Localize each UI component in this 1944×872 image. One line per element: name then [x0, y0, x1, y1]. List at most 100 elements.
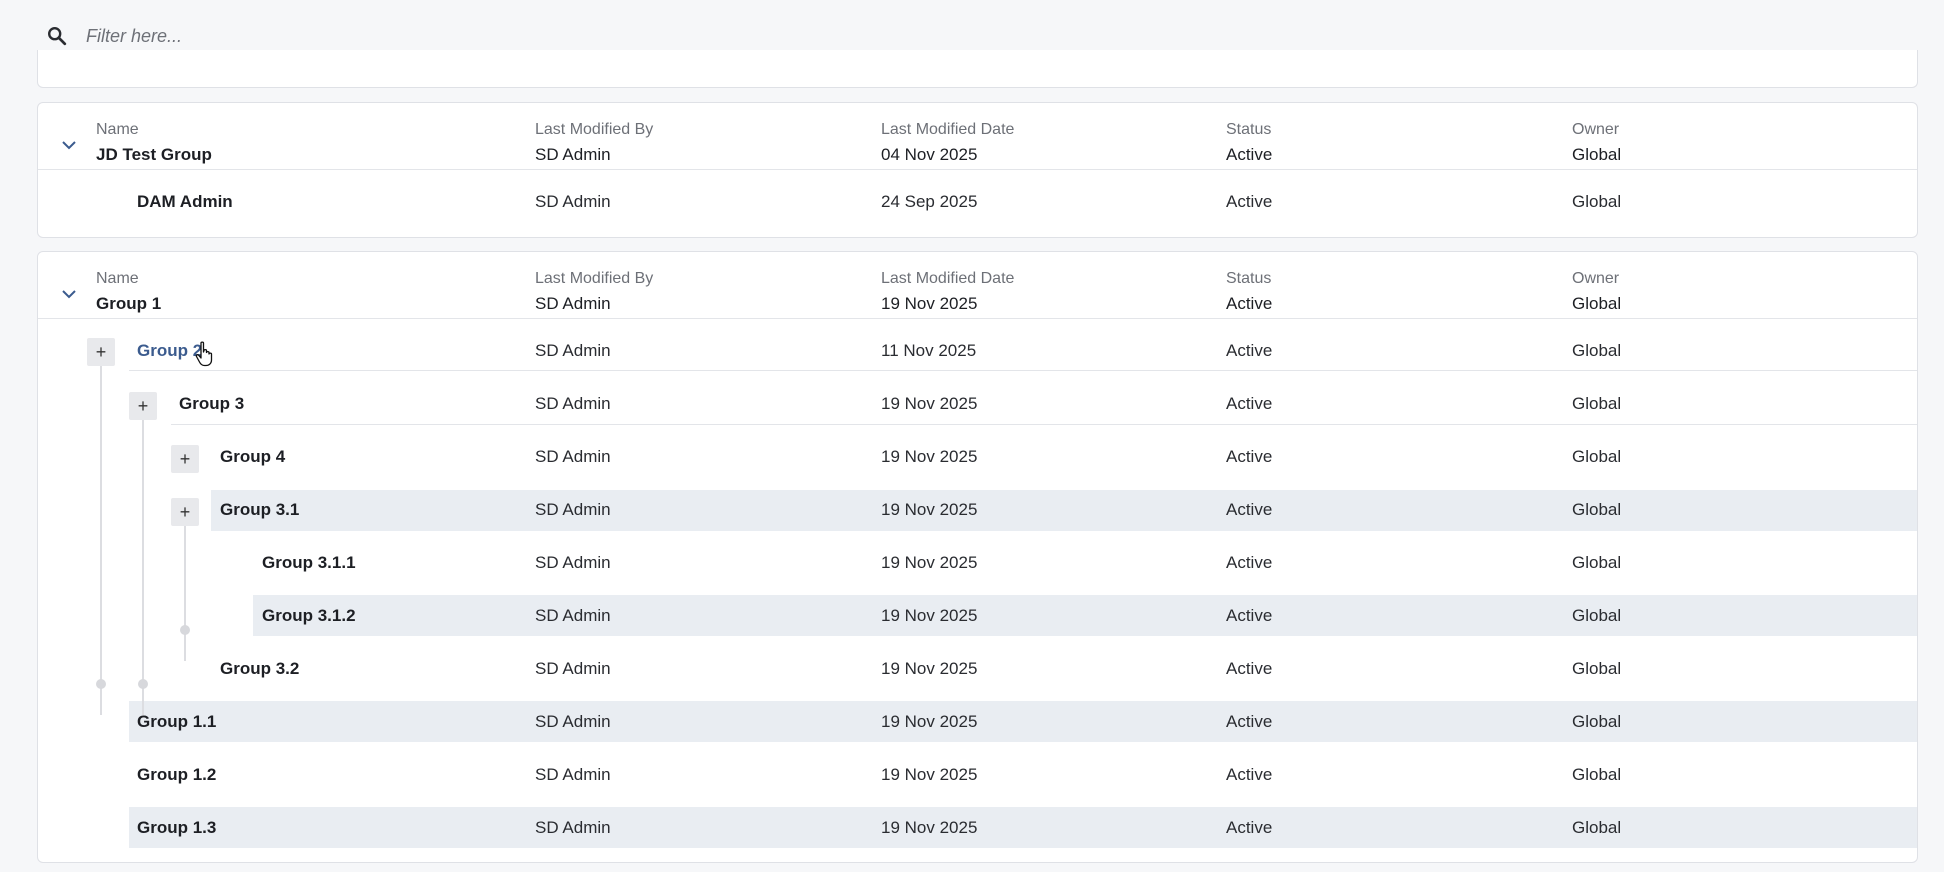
expand-button[interactable]: +: [171, 498, 199, 526]
row-owner: Global: [1572, 553, 1622, 572]
divider: [129, 370, 1917, 371]
row-modified-by: SD Admin: [535, 341, 611, 360]
tree-line: [100, 365, 102, 715]
row-modified-date: 19 Nov 2025: [881, 447, 978, 466]
row-name[interactable]: Group 1.2: [137, 765, 216, 785]
row-status: Active: [1226, 765, 1273, 784]
hand-cursor-icon: [195, 341, 213, 367]
owner-column-label: Owner: [1572, 270, 1620, 287]
row-highlight: [253, 595, 1917, 636]
group-name[interactable]: Group 1: [96, 294, 161, 314]
row-modified-date: 19 Nov 2025: [881, 765, 978, 784]
row-status: Active: [1226, 341, 1273, 360]
group-owner: Global: [1572, 145, 1622, 164]
row-modified-by: SD Admin: [535, 765, 611, 784]
row-modified-date: 24 Sep 2025: [881, 192, 978, 211]
row-modified-date: 11 Nov 2025: [881, 341, 977, 360]
row-owner: Global: [1572, 394, 1622, 413]
row-status: Active: [1226, 447, 1273, 466]
filter-input[interactable]: [84, 20, 1868, 52]
status-column-label: Status: [1226, 121, 1272, 138]
row-modified-date: 19 Nov 2025: [881, 818, 978, 837]
modified-by-column-label: Last Modified By: [535, 121, 654, 138]
row-owner: Global: [1572, 659, 1622, 678]
row-modified-date: 19 Nov 2025: [881, 606, 978, 625]
tree-line: [184, 526, 186, 661]
expand-button[interactable]: +: [87, 338, 115, 366]
search-icon: [48, 27, 67, 46]
tree-line-end: [138, 679, 148, 689]
modified-date-column-label: Last Modified Date: [881, 121, 1015, 138]
tree-line-end: [180, 625, 190, 635]
row-owner: Global: [1572, 500, 1622, 519]
group-modified-by: SD Admin: [535, 145, 611, 164]
expand-button[interactable]: +: [171, 445, 199, 473]
row-modified-by: SD Admin: [535, 553, 611, 572]
row-name[interactable]: Group 4: [220, 447, 285, 467]
row-highlight: [211, 490, 1917, 531]
row-status: Active: [1226, 500, 1273, 519]
row-highlight: [129, 701, 1917, 742]
row-highlight: [129, 807, 1917, 848]
modified-by-column-label: Last Modified By: [535, 270, 654, 287]
group-status: Active: [1226, 145, 1273, 164]
group-card-group-1: Name Group 1 Last Modified By SD Admin L…: [37, 251, 1918, 863]
row-modified-by: SD Admin: [535, 659, 611, 678]
row-status: Active: [1226, 606, 1273, 625]
row-status: Active: [1226, 192, 1273, 211]
group-modified-by: SD Admin: [535, 294, 611, 313]
row-owner: Global: [1572, 712, 1622, 731]
chevron-down-icon[interactable]: [60, 136, 78, 154]
row-name[interactable]: Group 1.3: [137, 818, 216, 838]
row-status: Active: [1226, 553, 1273, 572]
divider: [38, 318, 1917, 319]
row-modified-date: 19 Nov 2025: [881, 659, 978, 678]
group-card-jd-test: Name JD Test Group Last Modified By SD A…: [37, 102, 1918, 238]
row-owner: Global: [1572, 447, 1622, 466]
name-column-label: Name: [96, 270, 139, 287]
row-name[interactable]: Group 3.1: [220, 500, 299, 520]
row-modified-by: SD Admin: [535, 394, 611, 413]
row-modified-date: 19 Nov 2025: [881, 500, 978, 519]
name-column-label: Name: [96, 121, 139, 138]
row-owner: Global: [1572, 765, 1622, 784]
group-name[interactable]: JD Test Group: [96, 145, 212, 165]
row-owner: Global: [1572, 341, 1622, 360]
owner-column-label: Owner: [1572, 121, 1620, 138]
row-status: Active: [1226, 394, 1273, 413]
row-name[interactable]: Group 3.1.1: [262, 553, 356, 573]
row-modified-by: SD Admin: [535, 606, 611, 625]
row-name[interactable]: Group 1.1: [137, 712, 216, 732]
row-modified-by: SD Admin: [535, 447, 611, 466]
expand-button[interactable]: +: [129, 392, 157, 420]
divider: [38, 169, 1917, 170]
divider: [171, 424, 1917, 425]
chevron-down-icon[interactable]: [60, 285, 78, 303]
row-modified-by: SD Admin: [535, 192, 611, 211]
row-name[interactable]: Group 3.1.2: [262, 606, 356, 626]
row-modified-by: SD Admin: [535, 712, 611, 731]
row-modified-by: SD Admin: [535, 818, 611, 837]
row-modified-date: 19 Nov 2025: [881, 712, 978, 731]
row-status: Active: [1226, 659, 1273, 678]
row-owner: Global: [1572, 606, 1622, 625]
row-modified-by: SD Admin: [535, 500, 611, 519]
previous-group-card: [37, 50, 1918, 88]
row-name[interactable]: Group 2: [137, 341, 202, 361]
row-name[interactable]: Group 3: [179, 394, 244, 414]
group-status: Active: [1226, 294, 1273, 313]
row-owner: Global: [1572, 818, 1622, 837]
row-status: Active: [1226, 712, 1273, 731]
row-modified-date: 19 Nov 2025: [881, 553, 978, 572]
row-name[interactable]: Group 3.2: [220, 659, 299, 679]
status-column-label: Status: [1226, 270, 1272, 287]
tree-line-end: [96, 679, 106, 689]
row-status: Active: [1226, 818, 1273, 837]
row-name[interactable]: DAM Admin: [137, 192, 233, 212]
modified-date-column-label: Last Modified Date: [881, 270, 1015, 287]
row-modified-date: 19 Nov 2025: [881, 394, 978, 413]
group-modified-date: 04 Nov 2025: [881, 145, 978, 164]
row-owner: Global: [1572, 192, 1622, 211]
tree-line: [142, 419, 144, 715]
group-owner: Global: [1572, 294, 1622, 313]
